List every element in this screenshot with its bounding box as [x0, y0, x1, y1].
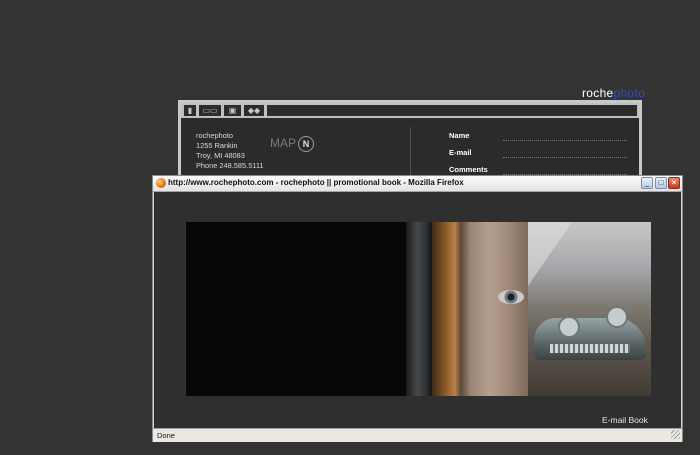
page-curl-handle[interactable]	[528, 222, 572, 286]
promotional-book[interactable]	[186, 222, 651, 396]
site-nav-button-1[interactable]: ▮	[184, 105, 196, 116]
close-button[interactable]: ×	[668, 177, 680, 189]
contact-street: 1255 Rankin	[196, 141, 238, 150]
window-title: http://www.rochephoto.com - rochephoto |…	[168, 178, 464, 187]
contact-phone: Phone 248.585.5111	[196, 161, 264, 170]
window-titlebar[interactable]: http://www.rochephoto.com - rochephoto |…	[153, 176, 682, 192]
contact-city: Troy, MI 48083	[196, 151, 245, 160]
resize-grip-icon[interactable]	[671, 430, 680, 439]
maximize-button[interactable]: □	[655, 177, 667, 189]
portrait-eye	[498, 290, 524, 304]
site-nav-button-2[interactable]: ▭▭	[199, 105, 221, 116]
site-logo[interactable]: rochephoto	[582, 86, 645, 100]
book-car-photo[interactable]	[528, 222, 651, 396]
status-text: Done	[157, 431, 175, 440]
contact-info: rochephoto 1255 Rankin Troy, MI 48083 Ph…	[196, 131, 264, 171]
site-nav-button-3[interactable]: ▣	[224, 105, 241, 116]
form-email-label: E-mail	[449, 148, 472, 157]
logo-text-roche: roche	[582, 86, 614, 100]
book-left-page	[186, 222, 406, 396]
minimize-button[interactable]: _	[641, 177, 653, 189]
logo-text-photo: photo	[613, 86, 646, 100]
car-headlight	[558, 316, 580, 338]
car-body	[534, 318, 646, 360]
form-name-field[interactable]	[503, 139, 627, 141]
status-bar: Done	[153, 428, 682, 442]
map-link[interactable]: MAP	[270, 136, 296, 150]
site-toolbar-bar	[267, 105, 637, 116]
email-book-link[interactable]: E-mail Book	[602, 415, 648, 425]
contact-name: rochephoto	[196, 131, 233, 140]
firefox-icon	[156, 178, 166, 188]
form-comments-label: Comments	[449, 165, 488, 174]
site-nav-button-4[interactable]: ◆◆	[244, 105, 264, 116]
car-headlight	[606, 306, 628, 328]
car-grille	[550, 344, 630, 353]
firefox-popup-window: http://www.rochephoto.com - rochephoto |…	[152, 175, 683, 442]
window-content: E-mail Book	[154, 192, 681, 428]
form-email-field[interactable]	[503, 156, 627, 158]
book-window-frame-image	[406, 222, 432, 396]
site-toolbar: ▮ ▭▭ ▣ ◆◆	[181, 103, 639, 118]
compass-icon[interactable]: N	[298, 136, 314, 152]
form-name-label: Name	[449, 131, 470, 140]
book-portrait-image	[432, 222, 528, 396]
